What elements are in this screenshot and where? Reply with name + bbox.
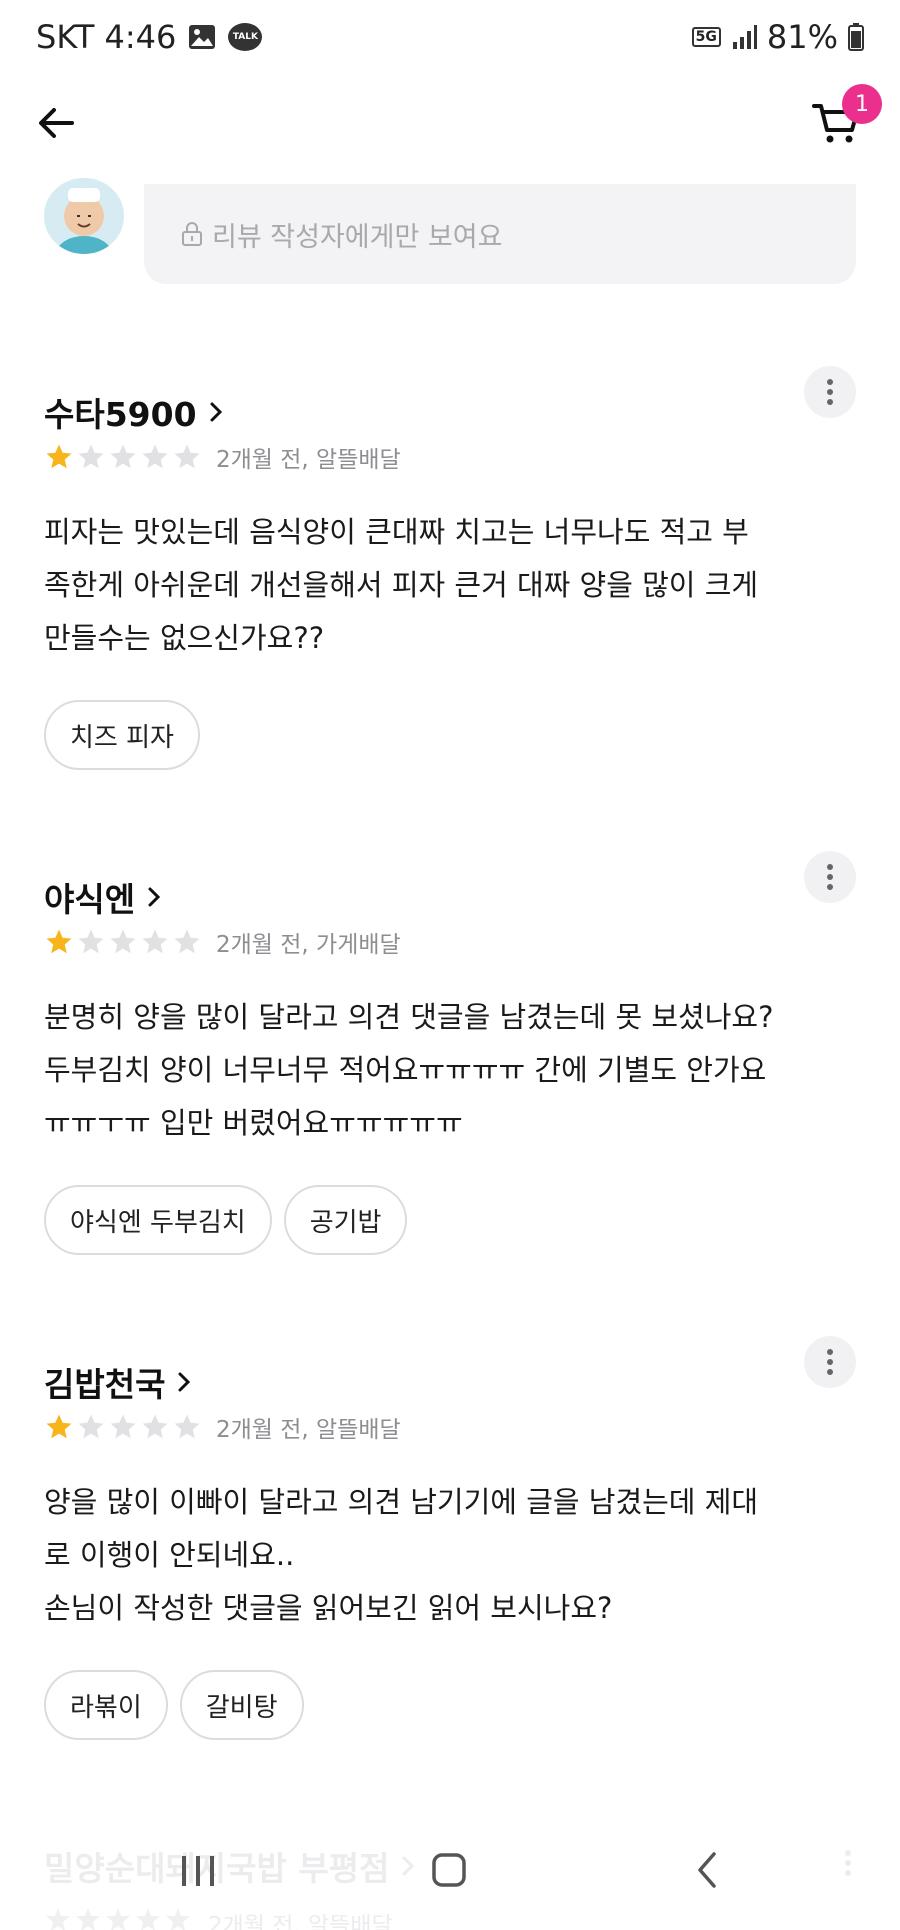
more-vertical-icon [827, 379, 833, 405]
more-options-button[interactable] [804, 851, 856, 903]
chevron-right-icon [178, 1372, 191, 1392]
carrier-time: SKT 4:46 [36, 18, 177, 56]
nav-back-button[interactable] [688, 1850, 728, 1894]
menu-chip[interactable]: 공기밥 [283, 1185, 408, 1255]
recent-apps-icon [182, 1856, 214, 1886]
system-nav-bar [0, 1810, 900, 1930]
review-meta: 2개월 전, 가게배달 [216, 932, 401, 958]
more-options-button[interactable] [804, 366, 856, 418]
owner-avatar [44, 178, 124, 254]
recent-apps-button[interactable] [178, 1850, 218, 1894]
app-header [0, 86, 900, 158]
private-reply-text: 리뷰 작성자에게만 보여요 [212, 221, 503, 253]
status-bar: SKT 4:46 TALK 5G 81% [0, 0, 900, 76]
star-empty-icon [142, 929, 168, 954]
kakaotalk-icon: TALK [228, 23, 263, 51]
star-rating [44, 1412, 202, 1442]
chevron-right-icon [148, 887, 161, 907]
ordered-items: 라볶이 갈비탕 [44, 1670, 304, 1740]
home-button[interactable] [430, 1850, 470, 1894]
menu-chip[interactable]: 치즈 피자 [44, 700, 200, 770]
star-empty-icon [110, 929, 136, 954]
battery-icon [848, 23, 864, 51]
menu-chip[interactable]: 갈비탕 [179, 1670, 304, 1740]
chevron-right-icon [210, 402, 222, 422]
star-rating [44, 927, 202, 957]
menu-chip[interactable]: 라볶이 [44, 1670, 168, 1740]
review-meta: 2개월 전, 알뜰배달 [216, 1417, 401, 1443]
review-text: 양을 많이 이빠이 달라고 의견 남기기에 글을 남겼는데 제대 로 이행이 안… [44, 1485, 759, 1625]
signal-icon [731, 24, 757, 50]
ordered-items: 야식엔 두부김치 공기밥 [44, 1185, 408, 1255]
star-empty-icon [78, 444, 104, 469]
star-rating [44, 442, 202, 472]
battery-percent: 81% [766, 18, 838, 56]
star-empty-icon [78, 929, 104, 954]
star-empty-icon [174, 929, 200, 954]
ordered-items: 치즈 피자 [44, 700, 200, 770]
lock-icon [182, 222, 202, 246]
home-icon [432, 1853, 466, 1887]
owner-reply: 리뷰 작성자에게만 보여요 [0, 178, 900, 288]
network-badge: 5G [691, 27, 721, 47]
review-text: 피자는 맛있는데 음식양이 큰대짜 치고는 너무나도 적고 부 족한게 아쉬운데… [44, 515, 759, 655]
more-vertical-icon [827, 864, 833, 890]
star-empty-icon [174, 444, 200, 469]
more-options-button[interactable] [804, 1336, 856, 1388]
star-empty-icon [110, 444, 136, 469]
reviewer-name: 김밥천국 [44, 1365, 166, 1404]
menu-chip[interactable]: 야식엔 두부김치 [44, 1185, 272, 1255]
star-empty-icon [174, 1414, 200, 1439]
review-meta: 2개월 전, 알뜰배달 [216, 447, 401, 473]
back-button[interactable] [34, 100, 80, 146]
star-filled-icon [46, 444, 72, 469]
more-vertical-icon [827, 1349, 833, 1375]
review-text: 분명히 양을 많이 달라고 의견 댓글을 남겼는데 못 보셨나요? 두부김치 양… [44, 1000, 774, 1140]
star-filled-icon [46, 929, 72, 954]
star-empty-icon [110, 1414, 136, 1439]
star-filled-icon [46, 1414, 72, 1439]
reviewer-name: 야식엔 [44, 880, 136, 919]
gallery-icon [188, 24, 216, 50]
reviewer-link[interactable]: 수타5900 [44, 388, 225, 436]
star-empty-icon [78, 1414, 104, 1439]
back-arrow-icon [39, 108, 74, 138]
star-empty-icon [142, 1414, 168, 1439]
reviewer-link[interactable]: 김밥천국 [44, 1358, 193, 1406]
private-reply-box: 리뷰 작성자에게만 보여요 [144, 184, 856, 284]
cart-count-badge: 1 [842, 84, 882, 124]
nav-back-icon [698, 1852, 716, 1888]
reviewer-name: 수타5900 [44, 395, 197, 434]
star-empty-icon [142, 444, 168, 469]
reviewer-link[interactable]: 야식엔 [44, 873, 163, 921]
